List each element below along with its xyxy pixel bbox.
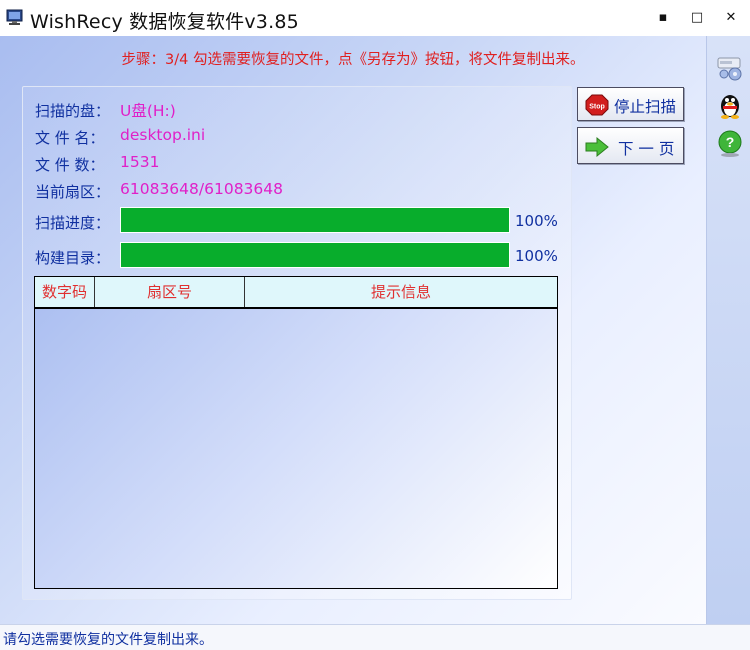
scan-progress-label: 扫描进度： bbox=[35, 214, 111, 232]
qq-penguin-icon[interactable] bbox=[715, 90, 745, 120]
next-page-label: 下 一 页 bbox=[618, 140, 675, 158]
column-header-message[interactable]: 提示信息 bbox=[245, 277, 557, 307]
scan-progress-percent: 100% bbox=[515, 212, 558, 230]
step-instruction: 步骤：3/4 勾选需要恢复的文件，点《另存为》按钮，将文件复制出来。 bbox=[121, 52, 585, 68]
stop-scan-button[interactable]: Stop 停止扫描 bbox=[577, 87, 684, 121]
maximize-button[interactable]: □ bbox=[684, 8, 710, 28]
stop-sign-icon: Stop bbox=[585, 94, 609, 116]
sector-value: 61083648/61083648 bbox=[120, 180, 284, 198]
minimize-button[interactable]: ▪ bbox=[650, 8, 676, 28]
file-count-label: 文 件 数： bbox=[35, 156, 105, 174]
disk-label: 扫描的盘： bbox=[35, 102, 111, 120]
disk-value: U盘(H:) bbox=[120, 102, 176, 120]
status-text: 请勾选需要恢复的文件复制出来。 bbox=[3, 632, 213, 648]
right-toolbar: ? bbox=[706, 36, 750, 624]
column-header-sector[interactable]: 扇区号 bbox=[95, 277, 245, 307]
settings-disk-icon[interactable] bbox=[715, 52, 745, 82]
results-table[interactable]: 数字码 扇区号 提示信息 bbox=[34, 276, 558, 589]
build-directory-bar bbox=[120, 242, 510, 268]
file-count-value: 1531 bbox=[120, 153, 160, 171]
svg-text:Stop: Stop bbox=[589, 104, 605, 111]
column-header-code[interactable]: 数字码 bbox=[35, 277, 95, 307]
sector-label: 当前扇区： bbox=[35, 183, 111, 201]
build-directory-label: 构建目录： bbox=[35, 249, 111, 267]
close-button[interactable]: ✕ bbox=[718, 8, 744, 28]
file-name-label: 文 件 名： bbox=[35, 129, 105, 147]
status-bar: 请勾选需要恢复的文件复制出来。 bbox=[0, 624, 750, 650]
title-bar: WishRecy 数据恢复软件v3.85 ▪ □ ✕ bbox=[0, 0, 750, 36]
svg-text:?: ? bbox=[726, 134, 735, 150]
stop-scan-label: 停止扫描 bbox=[614, 98, 677, 116]
app-icon bbox=[6, 9, 23, 25]
arrow-right-icon bbox=[585, 136, 609, 158]
table-header: 数字码 扇区号 提示信息 bbox=[35, 277, 557, 309]
scan-progress-bar bbox=[120, 207, 510, 233]
help-icon[interactable]: ? bbox=[715, 128, 745, 158]
next-page-button[interactable]: 下 一 页 bbox=[577, 127, 684, 164]
window-title: WishRecy 数据恢复软件v3.85 bbox=[30, 11, 299, 33]
file-name-value: desktop.ini bbox=[120, 126, 206, 144]
build-directory-percent: 100% bbox=[515, 247, 558, 265]
